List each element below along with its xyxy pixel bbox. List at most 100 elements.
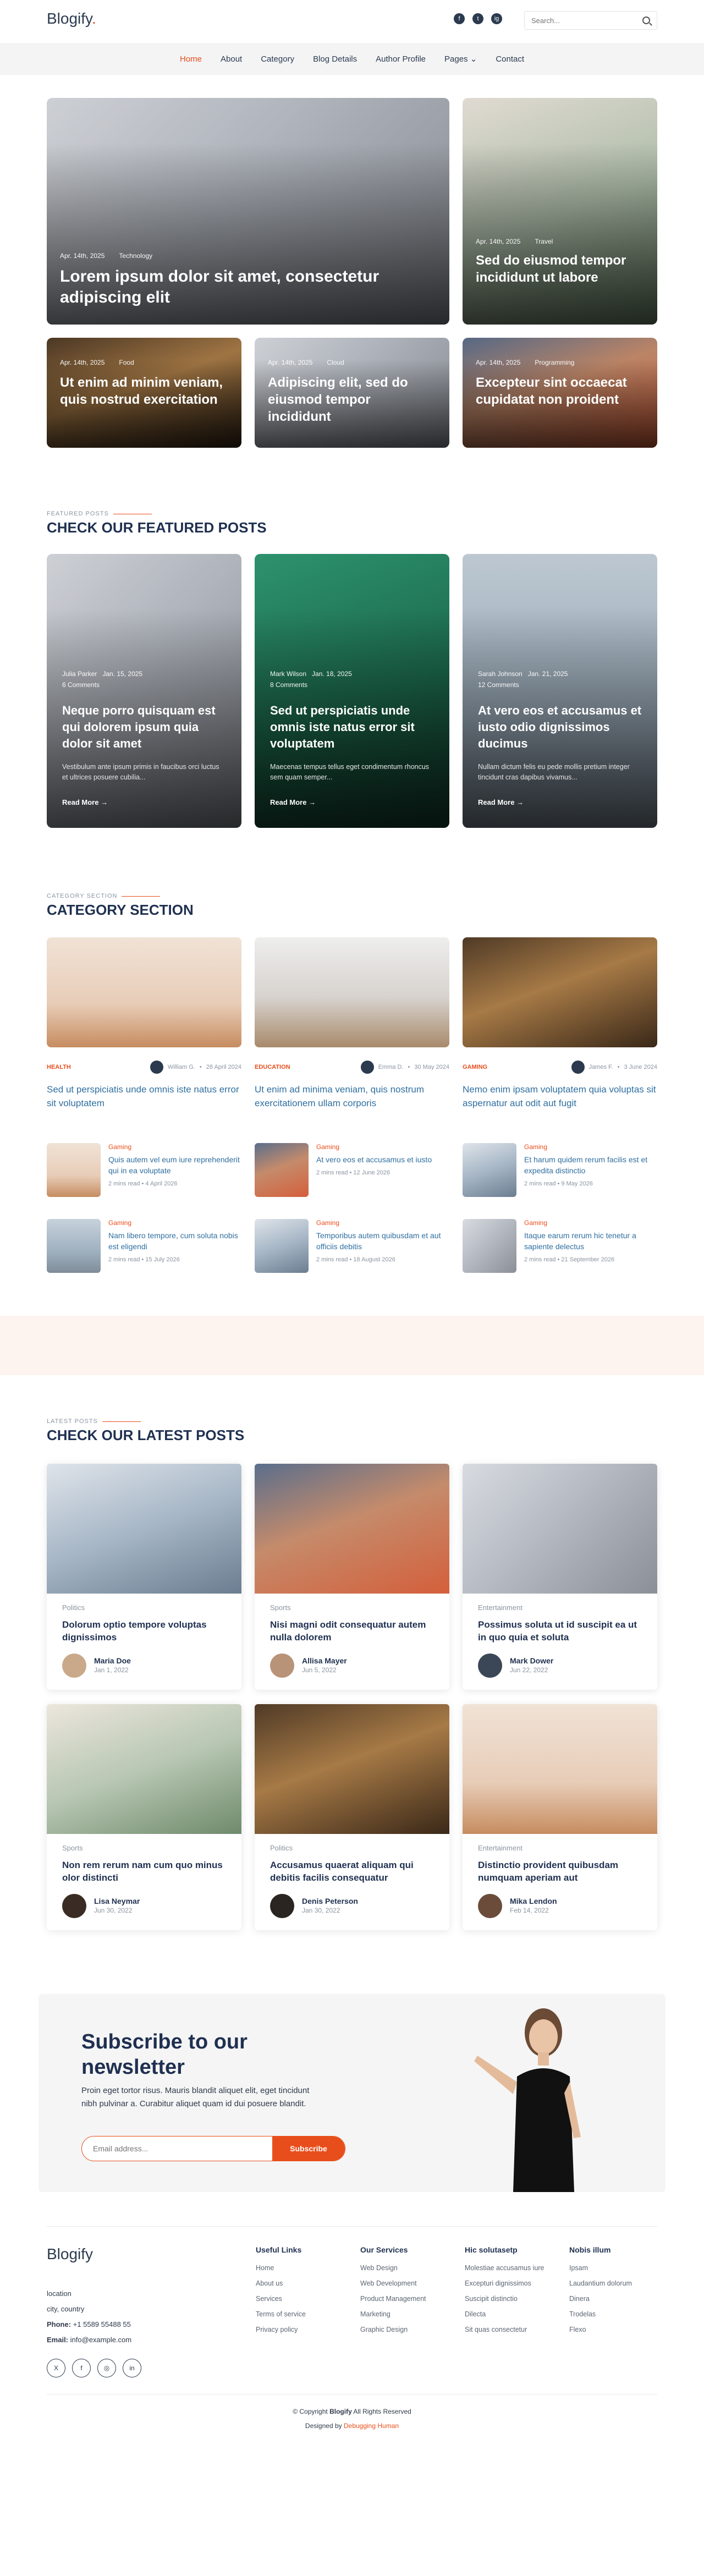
x-twitter-icon[interactable]: X xyxy=(47,2359,65,2377)
post-title[interactable]: Ut enim ad minima veniam, quis nostrum e… xyxy=(255,1083,449,1110)
search-input[interactable] xyxy=(531,16,642,25)
card-title[interactable]: Non rem rerum nam cum quo minus olor dis… xyxy=(62,1859,226,1884)
mini-post[interactable]: Gaming Quis autem vel eum iure reprehende… xyxy=(47,1143,241,1197)
card-title[interactable]: Nisi magni odit consequatur autem nulla … xyxy=(270,1618,434,1644)
post-title[interactable]: Sed ut perspiciatis unde omnis iste natu… xyxy=(47,1083,241,1110)
read-more-link[interactable]: Read More → xyxy=(270,798,316,806)
newsletter-form: Subscribe xyxy=(81,2136,345,2161)
nav-contact[interactable]: Contact xyxy=(496,54,524,64)
footer-link[interactable]: Excepturi dignissimos xyxy=(465,2280,569,2287)
search-icon[interactable] xyxy=(642,17,650,24)
post-title[interactable]: Nemo enim ipsam voluptatem quia voluptas… xyxy=(463,1083,657,1110)
featured-title: Neque porro quisquam est qui dolorem ips… xyxy=(62,704,216,750)
mini-title[interactable]: At vero eos et accusamus et iusto xyxy=(316,1154,432,1165)
footer-link[interactable]: Web Development xyxy=(360,2280,465,2287)
instagram-icon[interactable]: ig xyxy=(491,13,502,24)
nav-category[interactable]: Category xyxy=(261,54,294,64)
featured-card[interactable]: Julia Parker Jan. 15, 2025 6 Comments Neq… xyxy=(47,554,241,828)
footer-link[interactable]: Trodelas xyxy=(569,2310,657,2318)
latest-card[interactable]: Entertainment Distinctio provident quibus… xyxy=(463,1704,657,1930)
featured-card[interactable]: Sarah Johnson Jan. 21, 2025 12 Comments A… xyxy=(463,554,657,828)
footer-logo[interactable]: Blogify xyxy=(47,2245,256,2263)
category-post[interactable]: EDUCATION Emma D. • 30 May 2024 Ut enim ad … xyxy=(255,937,449,1110)
hero-post-small[interactable]: Apr. 14th, 2025 Programming Excepteur sin… xyxy=(463,338,657,448)
instagram-icon[interactable]: ◎ xyxy=(97,2359,116,2377)
card-category: Entertainment xyxy=(478,1603,522,1612)
latest-card[interactable]: Sports Nisi magni odit consequatur autem … xyxy=(255,1464,449,1690)
read-more-link[interactable]: Read More → xyxy=(478,798,524,806)
twitter-icon[interactable]: t xyxy=(472,13,483,24)
card-title[interactable]: Dolorum optio tempore voluptas dignissim… xyxy=(62,1618,226,1644)
footer-link[interactable]: Ipsam xyxy=(569,2264,657,2272)
facebook-icon[interactable]: f xyxy=(454,13,465,24)
read-more-link[interactable]: Read More → xyxy=(62,798,108,806)
footer-link[interactable]: Dilecta xyxy=(465,2310,569,2318)
avatar xyxy=(360,1061,374,1074)
mini-post[interactable]: Gaming Itaque earum rerum hic tenetur a s… xyxy=(463,1219,657,1273)
featured-excerpt: Vestibulum ante ipsum primis in faucibus… xyxy=(62,763,219,781)
category-post[interactable]: HEALTH William G. • 28 April 2024 Sed ut pe… xyxy=(47,937,241,1110)
latest-card[interactable]: Politics Dolorum optio tempore voluptas d… xyxy=(47,1464,241,1690)
footer-link[interactable]: Home xyxy=(256,2264,360,2272)
nav-pages[interactable]: Pages ⌄ xyxy=(444,54,477,64)
card-title[interactable]: Distinctio provident quibusdam numquam a… xyxy=(478,1859,642,1884)
nav-blog-details[interactable]: Blog Details xyxy=(313,54,357,64)
mini-title[interactable]: Itaque earum rerum hic tenetur a sapient… xyxy=(524,1230,657,1252)
subscribe-button[interactable]: Subscribe xyxy=(272,2136,345,2161)
hero-post-small[interactable]: Apr. 14th, 2025 Food Ut enim ad minim ven… xyxy=(47,338,241,448)
footer-link[interactable]: Terms of service xyxy=(256,2310,360,2318)
mini-meta: 2 mins read • 12 June 2026 xyxy=(316,1169,391,1176)
footer-link[interactable]: Graphic Design xyxy=(360,2326,465,2333)
footer-link[interactable]: Suscipit distinctio xyxy=(465,2295,569,2303)
footer-link[interactable]: Laudantium dolorum xyxy=(569,2280,657,2287)
footer-link[interactable]: Marketing xyxy=(360,2310,465,2318)
footer-link[interactable]: Flexo xyxy=(569,2326,657,2333)
category-tag[interactable]: HEALTH xyxy=(47,1064,71,1070)
latest-card[interactable]: Politics Accusamus quaerat aliquam qui de… xyxy=(255,1704,449,1930)
card-category: Politics xyxy=(270,1844,293,1852)
nav-about[interactable]: About xyxy=(221,54,242,64)
footer-link[interactable]: Privacy policy xyxy=(256,2326,360,2333)
nav-author-profile[interactable]: Author Profile xyxy=(376,54,426,64)
section-eyebrow: Featured Posts xyxy=(47,510,657,517)
footer-link[interactable]: Services xyxy=(256,2295,360,2303)
date-label: Apr. 14th, 2025 xyxy=(60,252,105,260)
post-date: Jun 5, 2022 xyxy=(302,1666,337,1674)
footer-link[interactable]: Product Management xyxy=(360,2295,465,2303)
mini-title[interactable]: Temporibus autem quibusdam et aut offici… xyxy=(316,1230,449,1252)
footer-link[interactable]: Molestiae accusamus iure xyxy=(465,2264,569,2272)
section-eyebrow: Category Section xyxy=(47,893,657,899)
mini-title[interactable]: Nam libero tempore, cum soluta nobis est… xyxy=(108,1230,241,1252)
site-logo[interactable]: Blogify. xyxy=(47,10,96,28)
facebook-icon[interactable]: f xyxy=(72,2359,91,2377)
footer-link[interactable]: Web Design xyxy=(360,2264,465,2272)
hero-post-main[interactable]: Apr. 14th, 2025 Technology Lorem ipsum do… xyxy=(47,98,449,325)
category-tag[interactable]: GAMING xyxy=(463,1064,487,1070)
latest-card[interactable]: Sports Non rem rerum nam cum quo minus ol… xyxy=(47,1704,241,1930)
footer-link[interactable]: Sit quas consectetur xyxy=(465,2326,569,2333)
email-field[interactable] xyxy=(82,2136,272,2161)
nav-home[interactable]: Home xyxy=(180,54,202,64)
mini-title[interactable]: Quis autem vel eum iure reprehenderit qu… xyxy=(108,1154,241,1176)
designer-link[interactable]: Debugging Human xyxy=(344,2422,399,2430)
hero-post-small[interactable]: Apr. 14th, 2025 Cloud Adipiscing elit, se… xyxy=(255,338,449,448)
card-title[interactable]: Possimus soluta ut id suscipit ea ut in … xyxy=(478,1618,642,1644)
category-section: Category Section CATEGORY SECTION HEALTH… xyxy=(47,893,657,1273)
mini-post[interactable]: Gaming Nam libero tempore, cum soluta nob… xyxy=(47,1219,241,1273)
footer-col-nobis: Nobis illum Ipsam Laudantium dolorum Dinera… xyxy=(569,2245,657,2394)
mini-title[interactable]: Et harum quidem rerum facilis est et exp… xyxy=(524,1154,657,1176)
featured-excerpt: Nullam dictum felis eu pede mollis preti… xyxy=(478,763,630,781)
footer-link[interactable]: About us xyxy=(256,2280,360,2287)
mini-post[interactable]: Gaming At vero eos et accusamus et iusto 2… xyxy=(255,1143,449,1197)
card-title[interactable]: Accusamus quaerat aliquam qui debitis fa… xyxy=(270,1859,434,1884)
mini-post[interactable]: Gaming Et harum quidem rerum facilis est … xyxy=(463,1143,657,1197)
footer-link[interactable]: Dinera xyxy=(569,2295,657,2303)
mini-post[interactable]: Gaming Temporibus autem quibusdam et aut … xyxy=(255,1219,449,1273)
linkedin-icon[interactable]: in xyxy=(123,2359,141,2377)
hero-post-side[interactable]: Apr. 14th, 2025 Travel Sed do eiusmod tem… xyxy=(463,98,657,325)
latest-card[interactable]: Entertainment Possimus soluta ut id susci… xyxy=(463,1464,657,1690)
featured-card[interactable]: Mark Wilson Jan. 18, 2025 8 Comments Sed … xyxy=(255,554,449,828)
arrow-right-icon: → xyxy=(516,798,524,806)
category-tag[interactable]: EDUCATION xyxy=(255,1064,290,1070)
category-post[interactable]: GAMING James F. • 3 June 2024 Nemo enim ips… xyxy=(463,937,657,1110)
